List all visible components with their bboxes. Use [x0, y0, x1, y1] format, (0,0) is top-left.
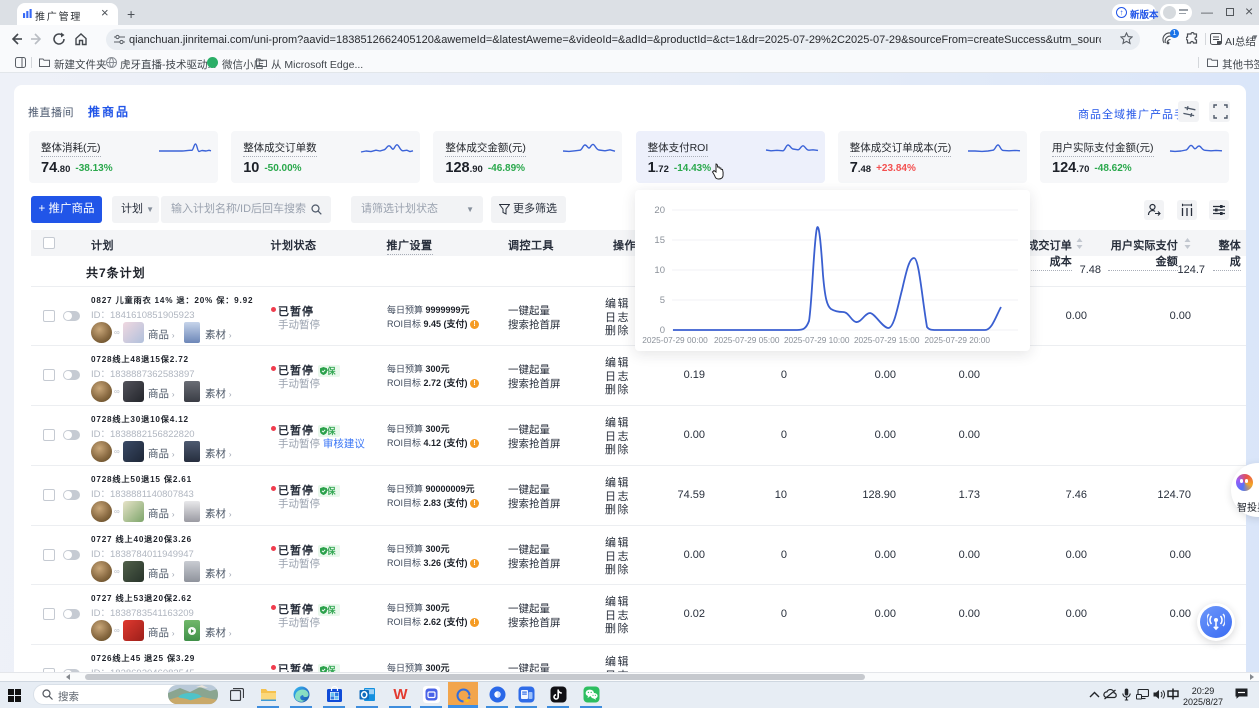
svg-text:2025-07-29 20:00: 2025-07-29 20:00: [925, 335, 991, 345]
svg-text:10: 10: [654, 265, 665, 276]
svg-text:20: 20: [654, 205, 665, 216]
svg-text:2025-07-29 00:00: 2025-07-29 00:00: [642, 335, 708, 345]
svg-text:5: 5: [660, 295, 665, 306]
svg-text:2025-07-29 10:00: 2025-07-29 10:00: [784, 335, 850, 345]
svg-text:15: 15: [654, 235, 665, 246]
svg-text:2025-07-29 15:00: 2025-07-29 15:00: [854, 335, 920, 345]
svg-text:2025-07-29 05:00: 2025-07-29 05:00: [714, 335, 780, 345]
